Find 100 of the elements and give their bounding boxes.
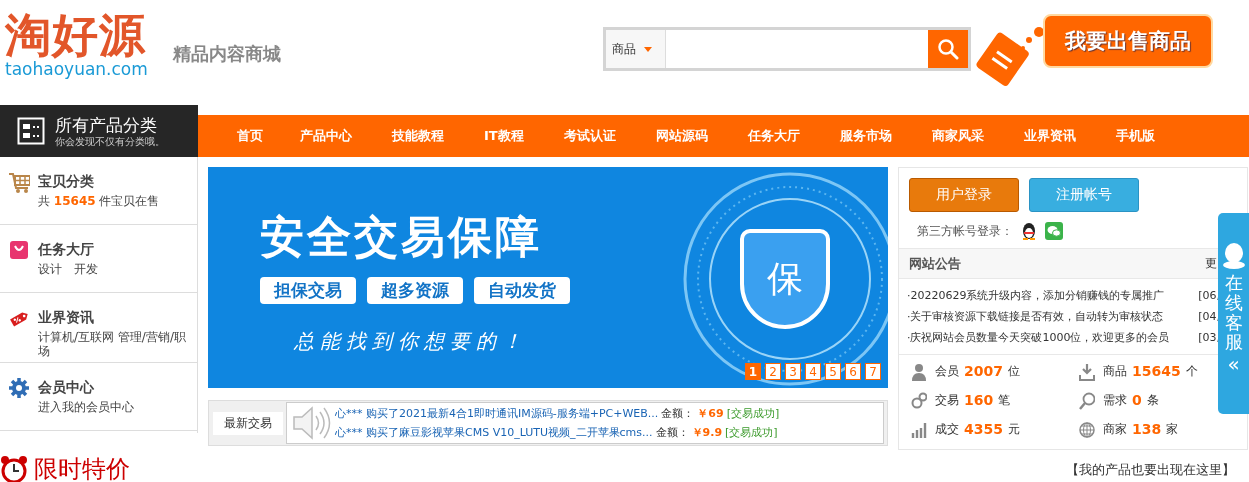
- stat-value: 160: [964, 391, 994, 410]
- slogan: 精品内容商城: [173, 42, 281, 66]
- person-icon: [911, 362, 927, 381]
- nav-link[interactable]: IT教程: [464, 115, 544, 157]
- gear-icon: [8, 377, 30, 399]
- login-button[interactable]: 用户登录: [909, 178, 1019, 212]
- amount-label: 金额：: [661, 406, 695, 422]
- slide-page-button[interactable]: 5: [825, 363, 841, 380]
- category-icon: [17, 117, 45, 145]
- nav-link[interactable]: 产品中心: [280, 115, 372, 157]
- sidebar-title: 宝贝分类: [38, 172, 95, 191]
- stat-label: 商家: [1103, 421, 1127, 438]
- bag-icon: [8, 239, 30, 261]
- slide-page-button[interactable]: 6: [845, 363, 861, 380]
- bar-chart-icon: [911, 420, 927, 439]
- trade-link[interactable]: 心*** 购买了麻豆影视苹果CMS V10_LUTU视频_二开苹果cms...: [335, 423, 653, 442]
- nav-link[interactable]: 首页: [220, 115, 280, 157]
- section-title: 限时特价: [34, 454, 130, 482]
- shield-badge: 保: [740, 229, 831, 329]
- third-party-label: 第三方帐号登录：: [917, 222, 1013, 240]
- banner-tagline: 总能找到你想要的！: [294, 328, 529, 355]
- category-menu[interactable]: 所有产品分类 你会发现不仅有分类哦。: [0, 105, 198, 157]
- notice-date: [03,: [1198, 330, 1220, 346]
- magnifier-icon: [1079, 391, 1095, 410]
- nav-link[interactable]: 任务大厅: [727, 115, 820, 157]
- trade-status: [交易成功]: [725, 425, 778, 441]
- banner-tag: 超多资源: [367, 277, 463, 304]
- search-icon: [937, 38, 959, 60]
- register-button[interactable]: 注册帐号: [1029, 178, 1139, 212]
- stat-unit: 个: [1185, 363, 1198, 380]
- scope-dropdown[interactable]: 商品: [606, 30, 666, 68]
- stat-label: 成交: [935, 421, 959, 438]
- stat-value: 2007: [964, 362, 1003, 381]
- ticker-label: 最新交易: [213, 411, 283, 435]
- slide-page-button[interactable]: 4: [805, 363, 821, 380]
- cart-icon: [8, 171, 30, 193]
- nav-link[interactable]: 网站源码: [635, 115, 728, 157]
- logo-text: 淘好源: [5, 12, 146, 58]
- slide-page-button[interactable]: 1: [745, 363, 761, 380]
- sidebar-item[interactable]: 任务大厅 设计 开发: [0, 225, 197, 293]
- sidebar-title: 业界资讯: [38, 308, 95, 327]
- sidebar-item[interactable]: 业界资讯 计算机/互联网 管理/营销/职场: [0, 293, 197, 363]
- more-link[interactable]: 更: [1205, 249, 1217, 278]
- slide-page-button[interactable]: 7: [865, 363, 881, 380]
- nav-link[interactable]: 技能教程: [372, 115, 464, 157]
- stat-unit: 位: [1007, 363, 1020, 380]
- stat-label: 需求: [1103, 392, 1127, 409]
- stat-label: 商品: [1103, 363, 1127, 380]
- sidebar-subtitle: 进入我的会员中心: [38, 400, 134, 414]
- nav-link[interactable]: 商家风采: [911, 115, 1004, 157]
- sidebar-item[interactable]: 会员中心 进入我的会员中心: [0, 363, 197, 431]
- stat-label: 交易: [935, 392, 959, 409]
- notice-link[interactable]: ·关于审核资源下载链接是否有效，自动转为审核状态: [907, 306, 1164, 327]
- slide-page-button[interactable]: 3: [785, 363, 801, 380]
- notice-date: [04,: [1198, 309, 1220, 325]
- sidebar-title: 任务大厅: [38, 240, 95, 259]
- trade-status: [交易成功]: [726, 406, 780, 422]
- trade-link[interactable]: 心*** 购买了2021最新4合1即时通讯IM源码-服务端+PC+WEB...: [335, 404, 659, 423]
- alarm-clock-icon: [0, 455, 28, 482]
- sidebar-title: 会员中心: [38, 378, 95, 397]
- nav-link[interactable]: 服务市场: [819, 115, 912, 157]
- stat-value: 0: [1132, 391, 1142, 410]
- amount-value: ￥69: [697, 406, 724, 422]
- stat-unit: 家: [1166, 421, 1179, 438]
- stat-value: 4355: [964, 420, 1003, 439]
- sidebar-subtitle: 设计 开发: [38, 262, 98, 276]
- notice-link[interactable]: ·庆祝网站会员数量今天突破1000位，欢迎更多的会员: [907, 327, 1170, 348]
- sidebar-subtitle: 共 15645 件宝贝在售: [38, 194, 160, 208]
- notices-title: 网站公告: [909, 255, 961, 273]
- stat-unit: 笔: [998, 392, 1011, 409]
- download-icon: [1079, 362, 1095, 381]
- online-service-tab[interactable]: 在线客服 «: [1218, 213, 1249, 414]
- stat-unit: 元: [1007, 421, 1020, 438]
- search-button[interactable]: [928, 30, 968, 68]
- sell-button[interactable]: 我要出售商品: [1043, 14, 1213, 68]
- nav-link[interactable]: 业界资讯: [1003, 115, 1096, 157]
- logo-domain: taohaoyuan.com: [5, 59, 149, 80]
- chat-bubbles-icon: [1045, 222, 1063, 240]
- category-title: 所有产品分类: [55, 114, 158, 135]
- nav-link[interactable]: 考试认证: [543, 115, 636, 157]
- amount-value: ￥9.9: [691, 425, 723, 441]
- caret-icon: [644, 46, 652, 52]
- stat-label: 会员: [935, 363, 959, 380]
- notice-link[interactable]: ·20220629系统升级内容，添加分销赚钱的专属推广: [907, 285, 1165, 306]
- nav-link[interactable]: 手机版: [1095, 115, 1175, 157]
- notice-date: [06,: [1198, 288, 1220, 304]
- sidebar-item[interactable]: 宝贝分类 共 15645 件宝贝在售: [0, 157, 197, 225]
- speaker-icon: [291, 405, 331, 441]
- globe-icon: [1079, 420, 1095, 439]
- amount-label: 金额：: [655, 425, 689, 441]
- promo-link[interactable]: 【我的产品也要出现在这里】: [1066, 461, 1235, 479]
- stat-unit: 条: [1146, 392, 1159, 409]
- category-subtitle: 你会发现不仅有分类哦。: [55, 134, 165, 148]
- gears-icon: [911, 391, 927, 410]
- slide-page-button[interactable]: 2: [765, 363, 781, 380]
- stat-value: 138: [1132, 420, 1162, 439]
- sidebar-subtitle: 计算机/互联网 管理/营销/职场: [38, 330, 187, 358]
- banner-tag: 担保交易: [260, 277, 356, 304]
- stat-value: 15645: [1132, 362, 1181, 381]
- banner-title: 安全交易保障: [260, 211, 543, 263]
